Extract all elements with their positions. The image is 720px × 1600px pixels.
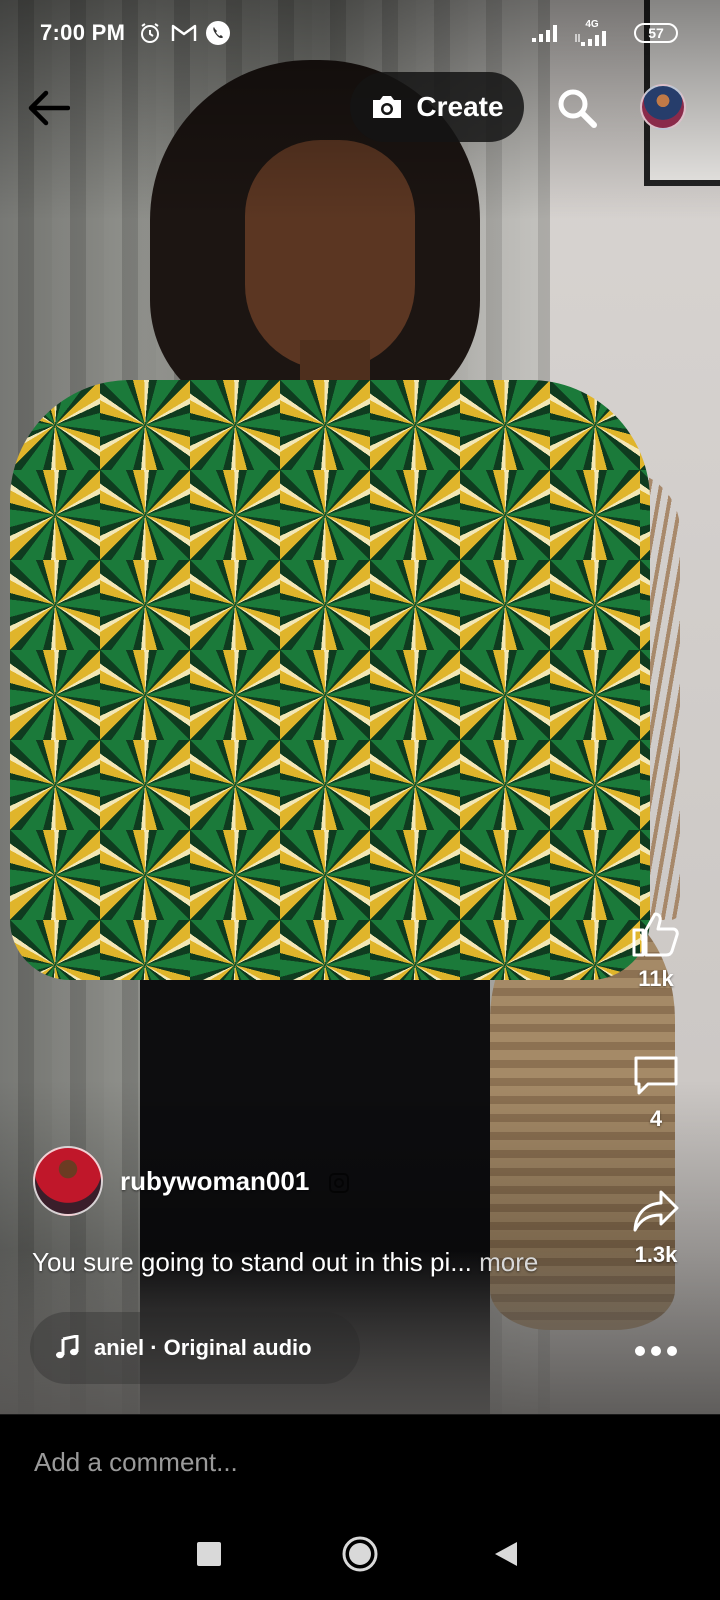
- thumbs-up-icon: [632, 912, 679, 957]
- back-arrow-icon: [28, 90, 70, 126]
- battery-indicator: 57: [634, 23, 678, 43]
- search-button[interactable]: [553, 84, 601, 132]
- recents-square-icon: [197, 1542, 221, 1566]
- share-action[interactable]: 1.3k: [618, 1188, 694, 1268]
- status-bar: 7:00 PM 4G 57: [0, 0, 720, 68]
- music-note-icon: [52, 1333, 82, 1363]
- share-count: 1.3k: [634, 1242, 678, 1267]
- more-options-button[interactable]: [632, 1336, 680, 1366]
- like-count: 11k: [638, 966, 674, 991]
- reel-video[interactable]: [0, 0, 720, 1414]
- author-username[interactable]: rubywoman001: [120, 1166, 309, 1197]
- comment-action[interactable]: 4: [618, 1052, 694, 1132]
- more-icon: [635, 1346, 677, 1356]
- audio-pill[interactable]: aniel · Original audio: [30, 1312, 360, 1384]
- system-back-button[interactable]: [480, 1528, 532, 1580]
- audio-label: aniel · Original audio: [94, 1335, 312, 1360]
- comment-icon: [634, 1056, 678, 1095]
- gmail-icon: [170, 20, 198, 46]
- status-time: 7:00 PM: [40, 20, 126, 45]
- caption-more-link[interactable]: more: [479, 1247, 538, 1277]
- system-nav-bar: [0, 1508, 720, 1600]
- network-type-label: 4G: [585, 19, 599, 30]
- profile-avatar[interactable]: [640, 84, 686, 130]
- signal-4g-icon: 4G: [572, 20, 612, 46]
- home-button[interactable]: [334, 1528, 386, 1580]
- home-circle-icon: [342, 1536, 378, 1572]
- person-peplum-top: [10, 380, 650, 980]
- comment-count: 4: [649, 1106, 663, 1131]
- like-action[interactable]: 11k: [618, 910, 694, 992]
- post-caption[interactable]: You sure going to stand out in this pi..…: [32, 1247, 538, 1278]
- back-button[interactable]: [22, 82, 74, 134]
- phone-call-icon: [204, 20, 232, 46]
- signal-icon: [530, 20, 562, 46]
- share-icon: [633, 1190, 679, 1232]
- caption-text: You sure going to stand out in this pi..…: [32, 1247, 472, 1277]
- reels-badge-icon: [326, 1170, 352, 1196]
- recents-button[interactable]: [183, 1528, 235, 1580]
- comment-input[interactable]: [32, 1439, 676, 1485]
- alarm-icon: [137, 20, 163, 46]
- back-triangle-icon: [495, 1542, 517, 1566]
- create-label: Create: [416, 91, 504, 122]
- search-icon: [558, 89, 597, 128]
- camera-icon: [373, 96, 402, 118]
- create-button[interactable]: Create: [350, 72, 524, 142]
- author-avatar[interactable]: [33, 1146, 103, 1216]
- comment-bar: [0, 1414, 720, 1509]
